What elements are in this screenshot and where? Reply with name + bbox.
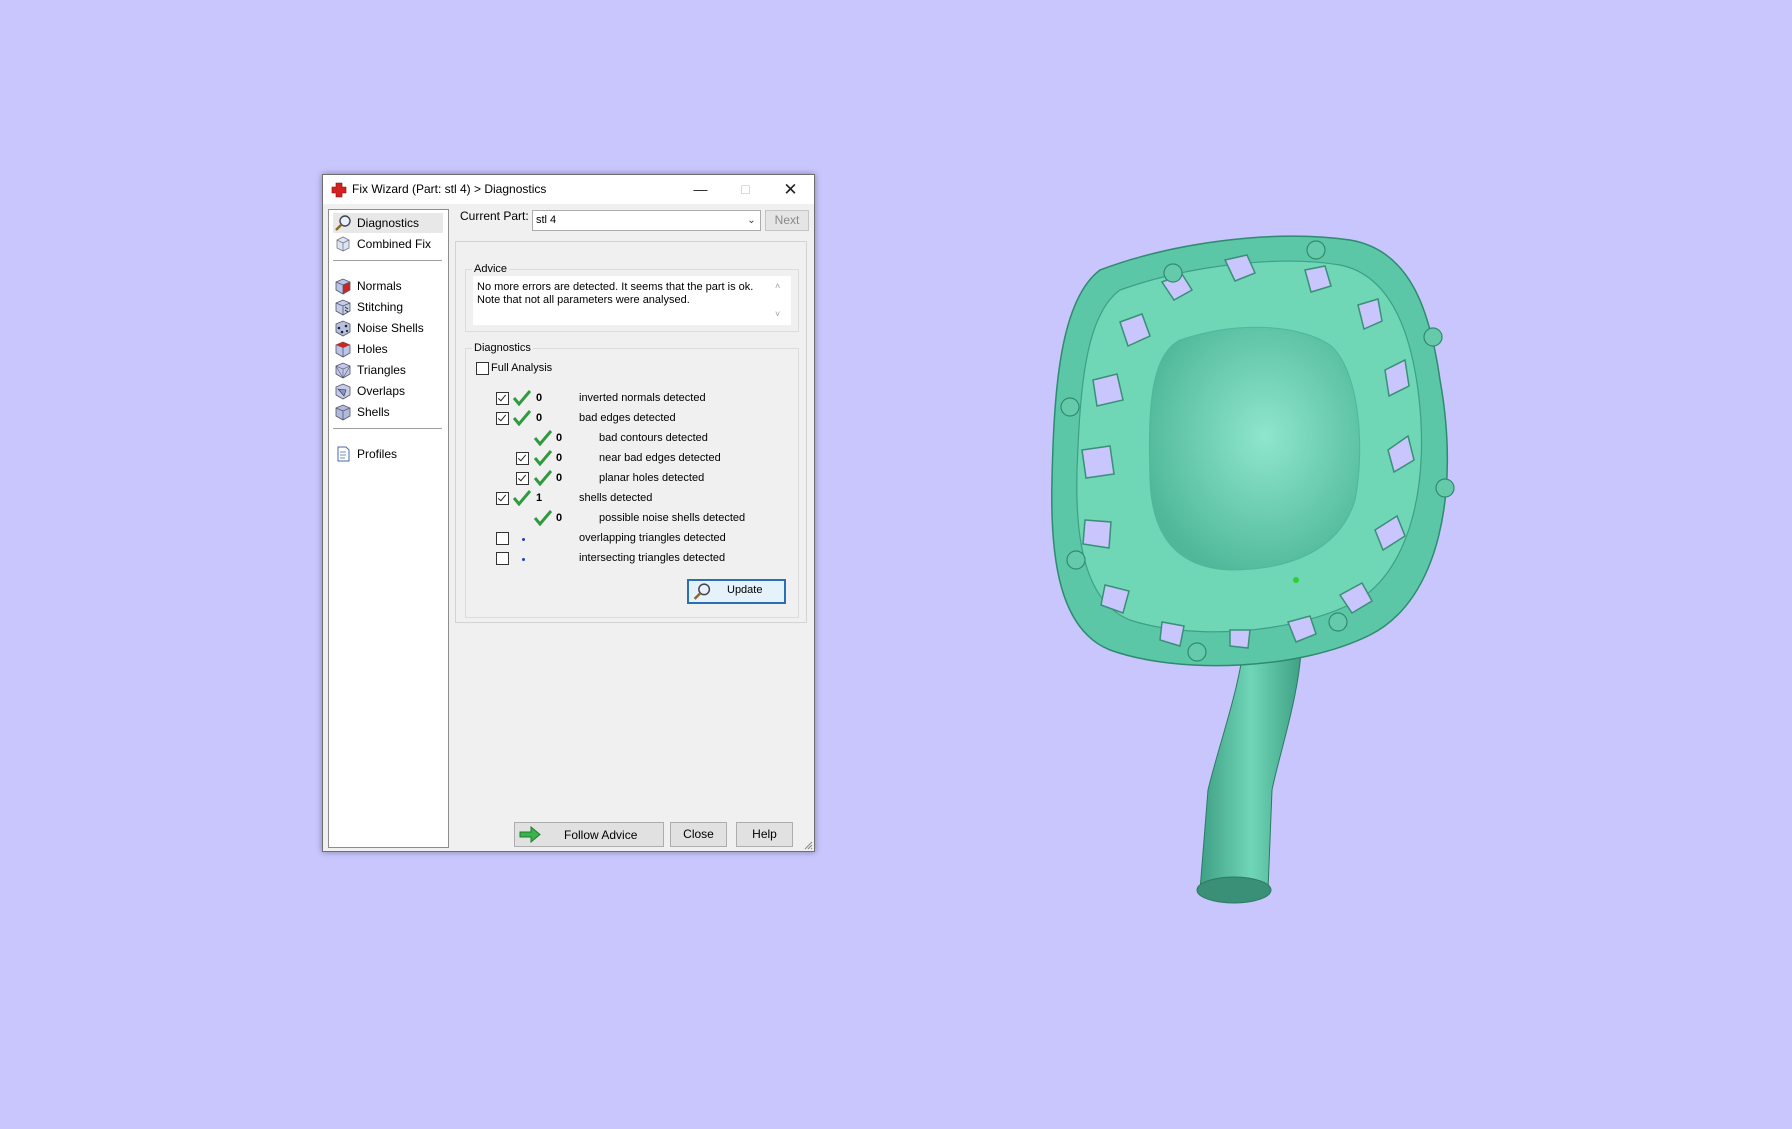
current-part-select[interactable]: stl 4 ⌄ (532, 210, 761, 231)
sidebar-divider (333, 428, 442, 430)
help-button-label: Help (752, 827, 777, 841)
checkmark-icon (534, 510, 552, 526)
magnifier-icon (693, 583, 711, 600)
sidebar-item-label: Noise Shells (357, 321, 424, 335)
sidebar-item-stitching[interactable]: Stitching (333, 297, 443, 317)
bad-contours-label: bad contours detected (599, 432, 708, 444)
overlapping-triangles-label: overlapping triangles detected (579, 532, 726, 544)
stitch-cube-icon (335, 299, 351, 316)
follow-advice-label: Follow Advice (564, 828, 638, 842)
close-button[interactable]: Close (670, 822, 727, 847)
intersecting-triangles-checkbox[interactable] (496, 552, 509, 565)
scroll-up-icon: ˄ (775, 281, 781, 291)
sidebar-item-label: Profiles (357, 447, 398, 461)
3d-model-view[interactable] (1040, 230, 1480, 910)
follow-advice-button[interactable]: Follow Advice (514, 822, 664, 847)
title-bar[interactable]: Fix Wizard (Part: stl 4) > Diagnostics —… (323, 175, 814, 204)
fix-wizard-window: Fix Wizard (Part: stl 4) > Diagnostics —… (322, 174, 815, 852)
bad-edges-count: 0 (536, 412, 543, 424)
noise-shells-count: 0 (556, 512, 563, 524)
advice-title: Advice (472, 263, 510, 275)
document-icon (337, 446, 350, 462)
pending-dot-icon (522, 538, 525, 541)
chevron-down-icon: ⌄ (747, 215, 756, 226)
sidebar-item-profiles[interactable]: Profiles (333, 444, 443, 464)
planar-holes-count: 0 (556, 472, 563, 484)
triangle-cube-icon (335, 362, 351, 379)
sidebar-item-label: Normals (357, 279, 402, 293)
intersecting-triangles-label: intersecting triangles detected (579, 552, 726, 564)
shell-cube-icon (335, 404, 351, 421)
near-bad-edges-checkbox[interactable] (516, 452, 529, 465)
update-button-label: Update (727, 584, 763, 596)
shells-count: 1 (536, 492, 543, 504)
bad-edges-checkbox[interactable] (496, 412, 509, 425)
update-button[interactable]: Update (687, 579, 786, 604)
bad-contours-count: 0 (556, 432, 563, 444)
planar-holes-checkbox[interactable] (516, 472, 529, 485)
sidebar-item-triangles[interactable]: Triangles (333, 360, 443, 380)
next-button-label: Next (774, 213, 800, 227)
magnifier-icon (335, 215, 351, 231)
red-cross-icon (331, 182, 347, 198)
sidebar-item-holes[interactable]: Holes (333, 339, 443, 359)
overlapping-triangles-checkbox[interactable] (496, 532, 509, 545)
shells-label: shells detected (579, 492, 653, 504)
current-part-value: stl 4 (536, 214, 557, 226)
sidebar-item-label: Overlaps (357, 384, 406, 398)
checkmark-icon (534, 430, 552, 446)
near-bad-edges-count: 0 (556, 452, 563, 464)
full-analysis-checkbox[interactable] (476, 362, 489, 375)
maximize-button[interactable]: □ (723, 175, 768, 204)
window-title: Fix Wizard (Part: stl 4) > Diagnostics (352, 182, 547, 196)
sidebar-item-noise-shells[interactable]: Noise Shells (333, 318, 443, 338)
cube-icon (336, 236, 350, 252)
arrow-right-icon (519, 826, 541, 843)
scroll-down-icon: ˅ (775, 309, 781, 319)
inverted-normals-count: 0 (536, 392, 543, 404)
noise-cube-icon (335, 320, 351, 337)
checkmark-icon (513, 410, 531, 426)
full-analysis-label: Full Analysis (491, 362, 553, 374)
sidebar-item-label: Combined Fix (357, 237, 432, 251)
close-window-button[interactable]: ✕ (768, 175, 813, 204)
shells-checkbox[interactable] (496, 492, 509, 505)
pending-dot-icon (522, 558, 525, 561)
next-button[interactable]: Next (765, 210, 809, 231)
advice-scrollbar[interactable]: ˄ ˅ (772, 281, 786, 323)
sidebar-item-label: Diagnostics (357, 216, 420, 230)
current-part-label: Current Part: (460, 209, 529, 223)
sidebar-item-label: Triangles (357, 363, 406, 377)
bad-edges-label: bad edges detected (579, 412, 676, 424)
sidebar-item-combined-fix[interactable]: Combined Fix (333, 234, 443, 254)
checkmark-icon (534, 470, 552, 486)
planar-holes-label: planar holes detected (599, 472, 705, 484)
sidebar-item-label: Shells (357, 405, 390, 419)
sidebar-item-overlaps[interactable]: Overlaps (333, 381, 443, 401)
hole-cube-icon (335, 341, 351, 358)
overlap-cube-icon (335, 383, 351, 400)
minimize-button[interactable]: — (678, 175, 723, 204)
help-button[interactable]: Help (736, 822, 793, 847)
sidebar-item-shells[interactable]: Shells (333, 402, 443, 422)
checkmark-icon (513, 490, 531, 506)
sidebar-item-normals[interactable]: Normals (333, 276, 443, 296)
wizard-sidebar: Diagnostics Combined Fix Normals Stitchi… (328, 209, 449, 848)
advice-text: No more errors are detected. It seems th… (477, 281, 754, 306)
cube-red-face-icon (335, 278, 351, 295)
sidebar-item-label: Stitching (357, 300, 404, 314)
near-bad-edges-label: near bad edges detected (599, 452, 721, 464)
diagnostics-title: Diagnostics (472, 342, 533, 354)
inverted-normals-checkbox[interactable] (496, 392, 509, 405)
resize-grip-icon[interactable] (803, 840, 813, 850)
inverted-normals-label: inverted normals detected (579, 392, 706, 404)
close-button-label: Close (683, 827, 714, 841)
sidebar-item-diagnostics[interactable]: Diagnostics (333, 213, 443, 233)
sidebar-item-label: Holes (357, 342, 388, 356)
checkmark-icon (534, 450, 552, 466)
noise-shells-label: possible noise shells detected (599, 512, 746, 524)
sidebar-divider (333, 260, 442, 262)
checkmark-icon (513, 390, 531, 406)
